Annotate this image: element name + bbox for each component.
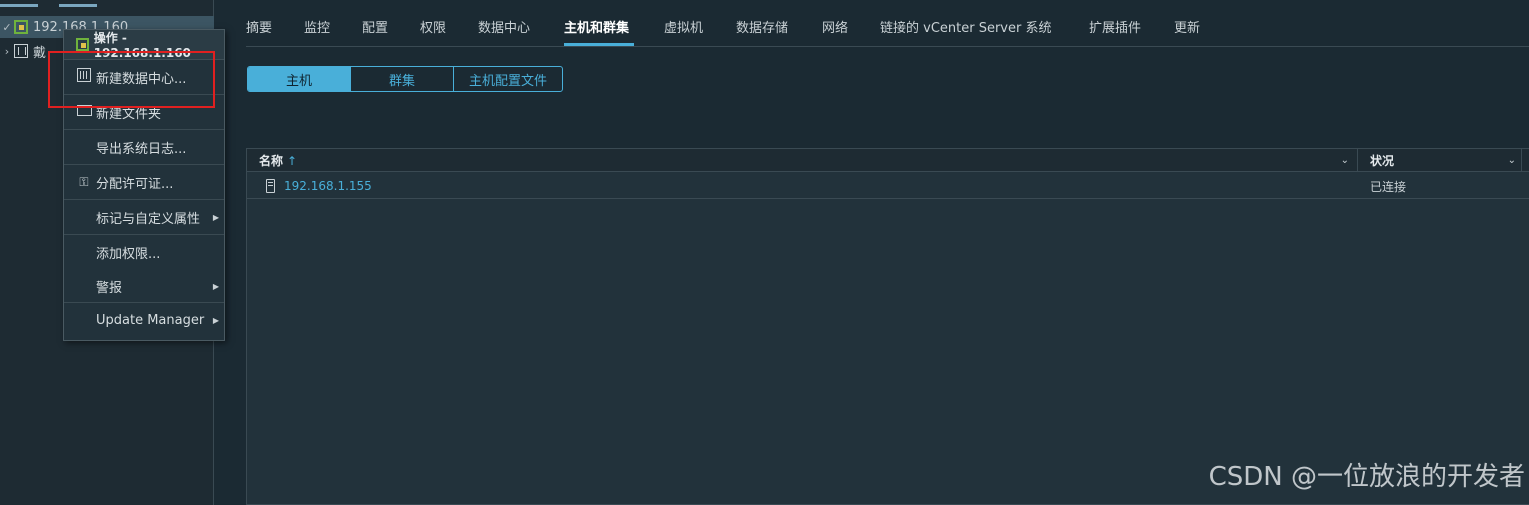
chevron-down-icon[interactable]: ⌄: [1341, 155, 1349, 166]
tab-networks[interactable]: 网络: [822, 17, 848, 36]
submenu-arrow-icon: ▶: [212, 316, 219, 325]
column-header-status[interactable]: 状况 ⌄: [1370, 149, 1524, 172]
tab-configure[interactable]: 配置: [362, 17, 388, 36]
tree-item-label: 戴: [33, 45, 47, 61]
tab-datacenters[interactable]: 数据中心: [478, 17, 530, 36]
menu-item-label: 分配许可证...: [96, 176, 174, 192]
menu-item-label: 标记与自定义属性: [96, 211, 201, 227]
submenu-arrow-icon: ▶: [212, 212, 219, 222]
datagrid-header: 名称 ↑ ⌄ 状况 ⌄: [247, 149, 1529, 172]
tab-monitor[interactable]: 监控: [304, 17, 330, 36]
tab-updates[interactable]: 更新: [1174, 17, 1200, 36]
navigator-tab-indicator[interactable]: [0, 4, 38, 7]
vcenter-icon: [14, 20, 28, 34]
menu-item-alarms[interactable]: 警报 ▶: [64, 270, 224, 303]
vcenter-icon: [76, 38, 89, 51]
tab-permissions[interactable]: 权限: [420, 17, 446, 36]
segment-host-profiles[interactable]: 主机配置文件: [454, 67, 562, 91]
menu-item-update-manager[interactable]: Update Manager ▶: [64, 303, 224, 338]
sort-ascending-icon[interactable]: ↑: [287, 154, 297, 168]
menu-item-label: 导出系统日志...: [96, 141, 187, 157]
segment-hosts[interactable]: 主机: [248, 67, 351, 91]
column-resize-handle[interactable]: [1521, 149, 1522, 172]
table-row[interactable]: 192.168.1.155 已连接: [247, 173, 1529, 199]
column-label: 名称: [259, 154, 284, 168]
tab-datastores[interactable]: 数据存储: [736, 17, 788, 36]
annotation-highlight-box: [48, 51, 215, 108]
menu-item-export-logs[interactable]: 导出系统日志...: [64, 130, 224, 165]
column-header-name[interactable]: 名称 ↑ ⌄: [259, 149, 1357, 172]
tab-linked-vcenter[interactable]: 链接的 vCenter Server 系统: [880, 17, 1051, 36]
host-icon: [266, 179, 275, 193]
host-link[interactable]: 192.168.1.155: [284, 179, 372, 193]
main-content: 摘要 监控 配置 权限 数据中心 主机和群集 虚拟机 数据存储 网络 链接的 v…: [246, 0, 1529, 505]
menu-item-label: Update Manager: [96, 313, 205, 328]
tab-summary[interactable]: 摘要: [246, 17, 272, 36]
tree-item-datacenter[interactable]: › 戴: [0, 40, 46, 62]
menu-item-label: 添加权限...: [96, 247, 161, 262]
license-key-icon: ⚿: [79, 174, 89, 189]
cell-name: 192.168.1.155: [266, 173, 372, 199]
navigator-tab-indicator[interactable]: [59, 4, 97, 7]
column-label: 状况: [1370, 154, 1395, 168]
hosts-datagrid: 名称 ↑ ⌄ 状况 ⌄ 192.168.1.155 已连接: [246, 148, 1529, 505]
chevron-down-icon[interactable]: ⌄: [1508, 155, 1516, 166]
expand-chevron-icon[interactable]: ✓: [0, 21, 14, 34]
tab-hosts-and-clusters[interactable]: 主机和群集: [564, 17, 629, 36]
tab-vms[interactable]: 虚拟机: [664, 17, 703, 36]
submenu-arrow-icon: ▶: [212, 281, 219, 291]
watermark: CSDN @一位放浪的开发者: [1208, 462, 1525, 492]
menu-item-add-permission[interactable]: 添加权限...: [64, 235, 224, 270]
column-resize-handle[interactable]: [1357, 149, 1358, 172]
menu-item-tags-attributes[interactable]: 标记与自定义属性 ▶: [64, 200, 224, 235]
datacenter-icon: [14, 44, 28, 58]
sub-tab-segmented-control: 主机 群集 主机配置文件: [247, 66, 563, 92]
menu-item-assign-license[interactable]: ⚿ 分配许可证...: [64, 165, 224, 200]
chevron-right-icon[interactable]: ›: [0, 45, 14, 58]
menu-item-label: 警报: [96, 280, 123, 296]
segment-clusters[interactable]: 群集: [351, 67, 454, 91]
tab-extensions[interactable]: 扩展插件: [1089, 17, 1141, 36]
active-tab-underline: [564, 43, 634, 46]
cell-status: 已连接: [1370, 179, 1407, 194]
navigator-tab-indicators: [0, 0, 214, 7]
object-tabs: 摘要 监控 配置 权限 数据中心 主机和群集 虚拟机 数据存储 网络 链接的 v…: [246, 0, 1529, 47]
